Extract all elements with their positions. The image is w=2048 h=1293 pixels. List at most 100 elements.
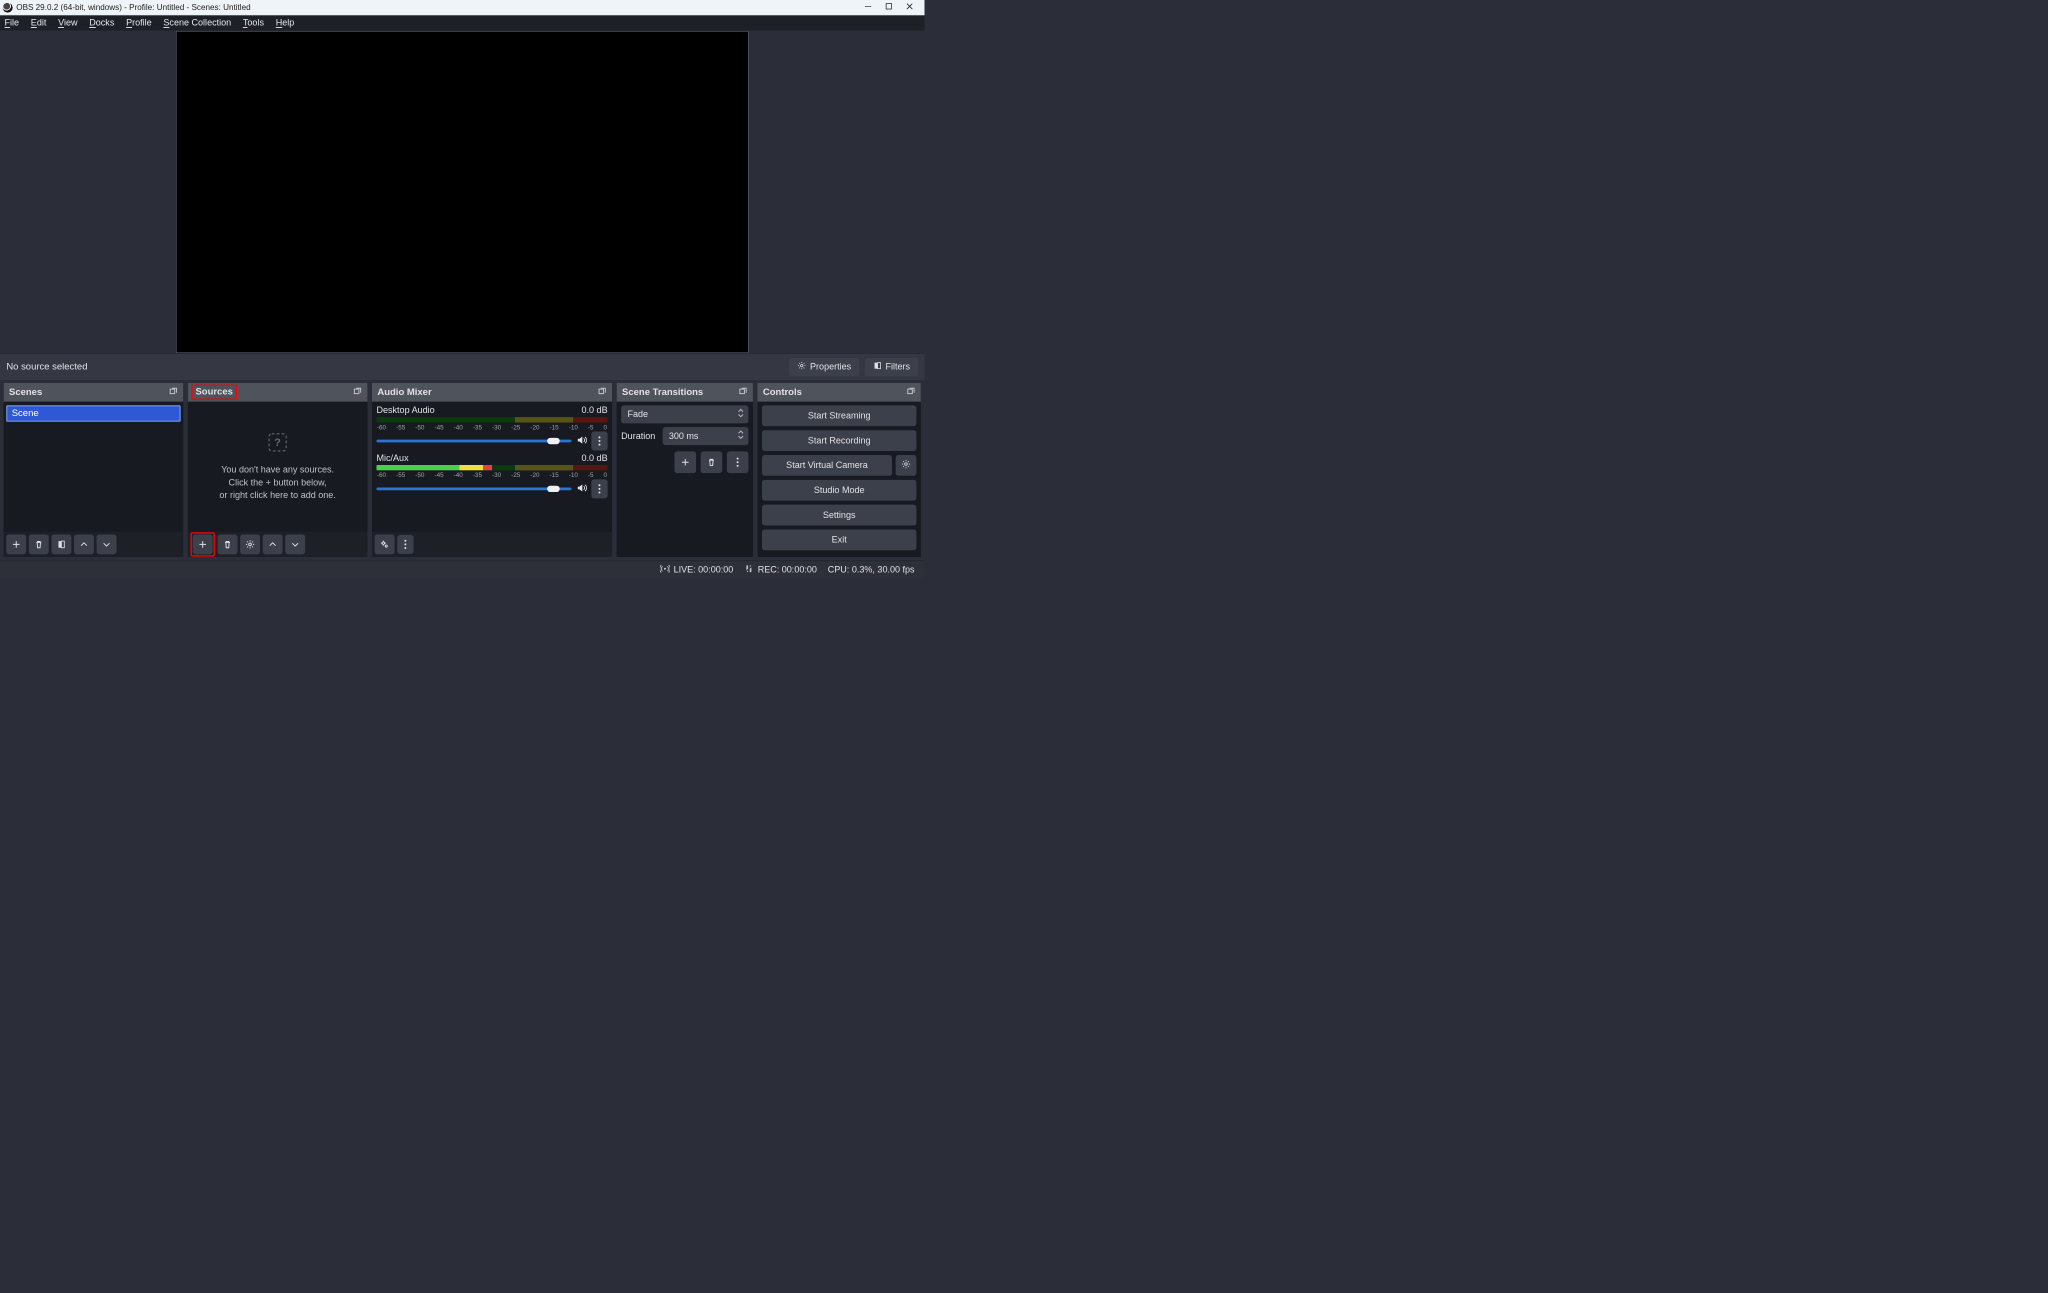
start-recording-button[interactable]: Start Recording (762, 430, 916, 451)
gear-icon (901, 459, 911, 472)
menu-profile[interactable]: Profile (126, 18, 152, 28)
controls-body: Start Streaming Start Recording Start Vi… (757, 402, 920, 557)
add-source-button[interactable] (193, 534, 213, 554)
menu-scene-collection[interactable]: Scene Collection (163, 18, 231, 28)
scenes-title: Scenes (9, 387, 42, 398)
docks-row: Scenes Scene Sources ? (0, 380, 925, 561)
preview-area (0, 31, 925, 353)
pause-icon (744, 564, 754, 577)
status-live: LIVE: 00:00:00 (660, 564, 733, 577)
move-source-up-button[interactable] (263, 534, 283, 554)
mixer-header: Audio Mixer (372, 383, 612, 402)
level-meter (376, 465, 607, 470)
scenes-list[interactable]: Scene (4, 402, 184, 532)
mixer-channel: Mic/Aux 0.0 dB -60-55-50-45-40-35-30-25-20… (376, 453, 607, 498)
sources-empty-line: Click the + button below, (219, 476, 335, 489)
add-transition-button[interactable] (674, 451, 696, 473)
mixer-footer (372, 532, 612, 557)
undock-icon[interactable] (739, 386, 748, 398)
controls-header: Controls (757, 383, 920, 402)
menu-help[interactable]: Help (276, 18, 295, 28)
move-source-down-button[interactable] (285, 534, 305, 554)
maximize-button[interactable] (885, 2, 893, 12)
menu-docks[interactable]: Docks (89, 18, 114, 28)
channel-db: 0.0 dB (582, 405, 608, 415)
volume-slider[interactable] (376, 440, 571, 443)
chevron-updown-icon (738, 408, 744, 421)
menu-tools[interactable]: Tools (243, 18, 264, 28)
filters-icon (873, 361, 882, 373)
sources-empty: ? You don't have any sources. Click the … (190, 404, 364, 529)
settings-button[interactable]: Settings (762, 505, 916, 526)
transition-menu-button[interactable] (727, 451, 749, 473)
undock-icon[interactable] (906, 386, 915, 398)
menu-view[interactable]: View (58, 18, 77, 28)
sources-empty-line: or right click here to add one. (219, 489, 335, 502)
start-virtual-camera-button[interactable]: Start Virtual Camera (762, 455, 892, 476)
undock-icon[interactable] (169, 386, 178, 398)
level-meter (376, 417, 607, 422)
scenes-dock: Scenes Scene (4, 383, 184, 557)
remove-scene-button[interactable] (29, 534, 49, 554)
mixer-title: Audio Mixer (377, 387, 431, 398)
broadcast-icon (660, 564, 670, 577)
controls-dock: Controls Start Streaming Start Recording… (757, 383, 920, 557)
transitions-title: Scene Transitions (622, 387, 703, 398)
source-properties-button[interactable] (240, 534, 260, 554)
menu-file[interactable]: File (5, 18, 20, 28)
sources-dock: Sources ? You don't have any sources. Cl… (188, 383, 368, 557)
transitions-header: Scene Transitions (617, 383, 753, 402)
sources-footer (188, 532, 368, 557)
advanced-audio-button[interactable] (375, 534, 395, 554)
sources-list[interactable]: ? You don't have any sources. Click the … (188, 402, 368, 532)
duration-input[interactable]: 300 ms (663, 427, 749, 445)
exit-button[interactable]: Exit (762, 530, 916, 551)
undock-icon[interactable] (598, 386, 607, 398)
move-scene-down-button[interactable] (97, 534, 117, 554)
sources-title: Sources (195, 386, 232, 396)
transitions-dock: Scene Transitions Fade Duration 300 ms (617, 383, 753, 557)
remove-transition-button[interactable] (701, 451, 723, 473)
studio-mode-button[interactable]: Studio Mode (762, 480, 916, 501)
undock-icon[interactable] (353, 386, 362, 398)
no-source-label: No source selected (6, 362, 87, 373)
status-rec: REC: 00:00:00 (744, 564, 817, 577)
question-box-icon: ? (267, 432, 288, 455)
mixer-menu-button[interactable] (397, 535, 413, 554)
filters-button[interactable]: Filters (865, 358, 918, 376)
channel-name: Mic/Aux (376, 453, 408, 463)
status-cpu: CPU: 0.3%, 30.00 fps (828, 565, 915, 575)
channel-menu-button[interactable] (591, 432, 607, 451)
preview-canvas[interactable] (176, 31, 748, 353)
window-title: OBS 29.0.2 (64-bit, windows) - Profile: … (16, 3, 250, 12)
remove-source-button[interactable] (218, 534, 238, 554)
source-toolbar: No source selected Properties Filters (0, 353, 925, 380)
mixer-channel: Desktop Audio0.0 dB-60-55-50-45-40-35-30… (376, 405, 607, 450)
scenes-header: Scenes (4, 383, 184, 402)
virtual-camera-settings-button[interactable] (896, 455, 917, 476)
channel-db: 0.0 dB (582, 453, 608, 463)
volume-slider[interactable] (376, 488, 571, 491)
channel-menu-button[interactable] (591, 479, 607, 498)
add-scene-button[interactable] (6, 534, 26, 554)
transition-select[interactable]: Fade (621, 405, 748, 423)
properties-button[interactable]: Properties (789, 358, 859, 376)
duration-label: Duration (621, 431, 655, 441)
scene-filter-button[interactable] (51, 534, 71, 554)
gear-icon (797, 361, 806, 373)
meter-ticks: -60-55-50-45-40-35-30-25-20-15-10-50 (376, 471, 607, 478)
meter-ticks: -60-55-50-45-40-35-30-25-20-15-10-50 (376, 423, 607, 430)
minimize-button[interactable] (864, 2, 872, 12)
close-button[interactable] (906, 2, 914, 12)
scene-item[interactable]: Scene (6, 405, 180, 421)
statusbar: LIVE: 00:00:00 REC: 00:00:00 CPU: 0.3%, … (0, 561, 925, 579)
sources-header: Sources (188, 383, 368, 402)
move-scene-up-button[interactable] (74, 534, 94, 554)
speaker-icon[interactable] (576, 435, 587, 448)
mixer-body: Desktop Audio0.0 dB-60-55-50-45-40-35-30… (372, 402, 612, 532)
speaker-icon[interactable] (576, 483, 587, 496)
titlebar: OBS 29.0.2 (64-bit, windows) - Profile: … (0, 0, 925, 15)
start-streaming-button[interactable]: Start Streaming (762, 405, 916, 426)
menubar: File Edit View Docks Profile Scene Colle… (0, 15, 925, 30)
menu-edit[interactable]: Edit (31, 18, 47, 28)
